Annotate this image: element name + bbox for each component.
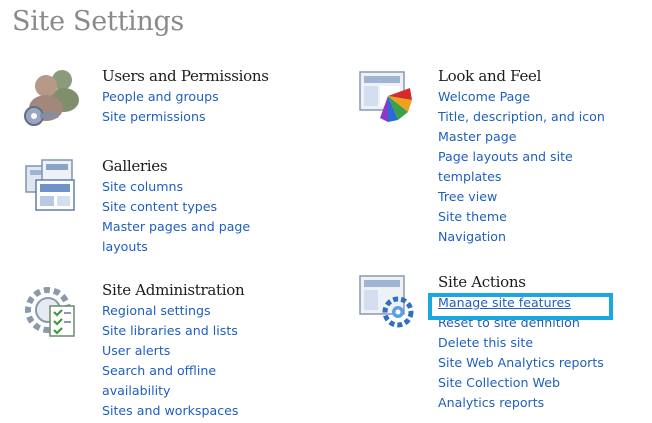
section-title: Galleries	[102, 157, 168, 175]
section-look-and-feel: Look and Feel Welcome Page Title, descri…	[358, 66, 650, 256]
section-title: Site Administration	[102, 281, 245, 299]
link-welcome-page[interactable]: Welcome Page	[438, 87, 628, 107]
link-search-and-offline-availability[interactable]: Search and offline availability	[102, 361, 272, 401]
link-tree-view[interactable]: Tree view	[438, 187, 628, 207]
link-site-content-types[interactable]: Site content types	[102, 197, 292, 217]
highlight-box	[428, 293, 613, 320]
link-site-permissions[interactable]: Site permissions	[102, 107, 269, 127]
section-title: Look and Feel	[438, 67, 542, 85]
link-delete-this-site[interactable]: Delete this site	[438, 333, 648, 353]
link-regional-settings[interactable]: Regional settings	[102, 301, 272, 321]
link-site-web-analytics-reports[interactable]: Site Web Analytics reports	[438, 353, 648, 373]
link-site-theme[interactable]: Site theme	[438, 207, 628, 227]
link-user-alerts[interactable]: User alerts	[102, 341, 272, 361]
section-galleries: Galleries Site columns Site content type…	[22, 156, 322, 266]
link-site-columns[interactable]: Site columns	[102, 177, 292, 197]
link-navigation[interactable]: Navigation	[438, 227, 628, 247]
look-and-feel-icon	[359, 71, 412, 122]
section-title: Users and Permissions	[102, 67, 269, 85]
site-administration-icon	[25, 287, 75, 337]
galleries-icon	[25, 159, 75, 211]
link-title-description-and-icon[interactable]: Title, description, and icon	[438, 107, 628, 127]
section-title: Site Actions	[438, 273, 526, 291]
link-site-libraries-and-lists[interactable]: Site libraries and lists	[102, 321, 272, 341]
users-permissions-icon	[24, 70, 79, 126]
site-actions-icon	[359, 275, 414, 328]
page-title: Site Settings	[12, 6, 184, 37]
section-users-and-permissions: Users and Permissions People and groups …	[22, 66, 322, 136]
link-page-layouts-and-site-templates[interactable]: Page layouts and site templates	[438, 147, 613, 187]
link-master-pages-and-page-layouts[interactable]: Master pages and page layouts	[102, 217, 292, 257]
link-people-and-groups[interactable]: People and groups	[102, 87, 269, 107]
link-site-collection-web-analytics-reports[interactable]: Site Collection Web Analytics reports	[438, 373, 608, 413]
section-site-administration: Site Administration Regional settings Si…	[22, 280, 322, 420]
link-master-page[interactable]: Master page	[438, 127, 628, 147]
link-sites-and-workspaces[interactable]: Sites and workspaces	[102, 401, 272, 421]
